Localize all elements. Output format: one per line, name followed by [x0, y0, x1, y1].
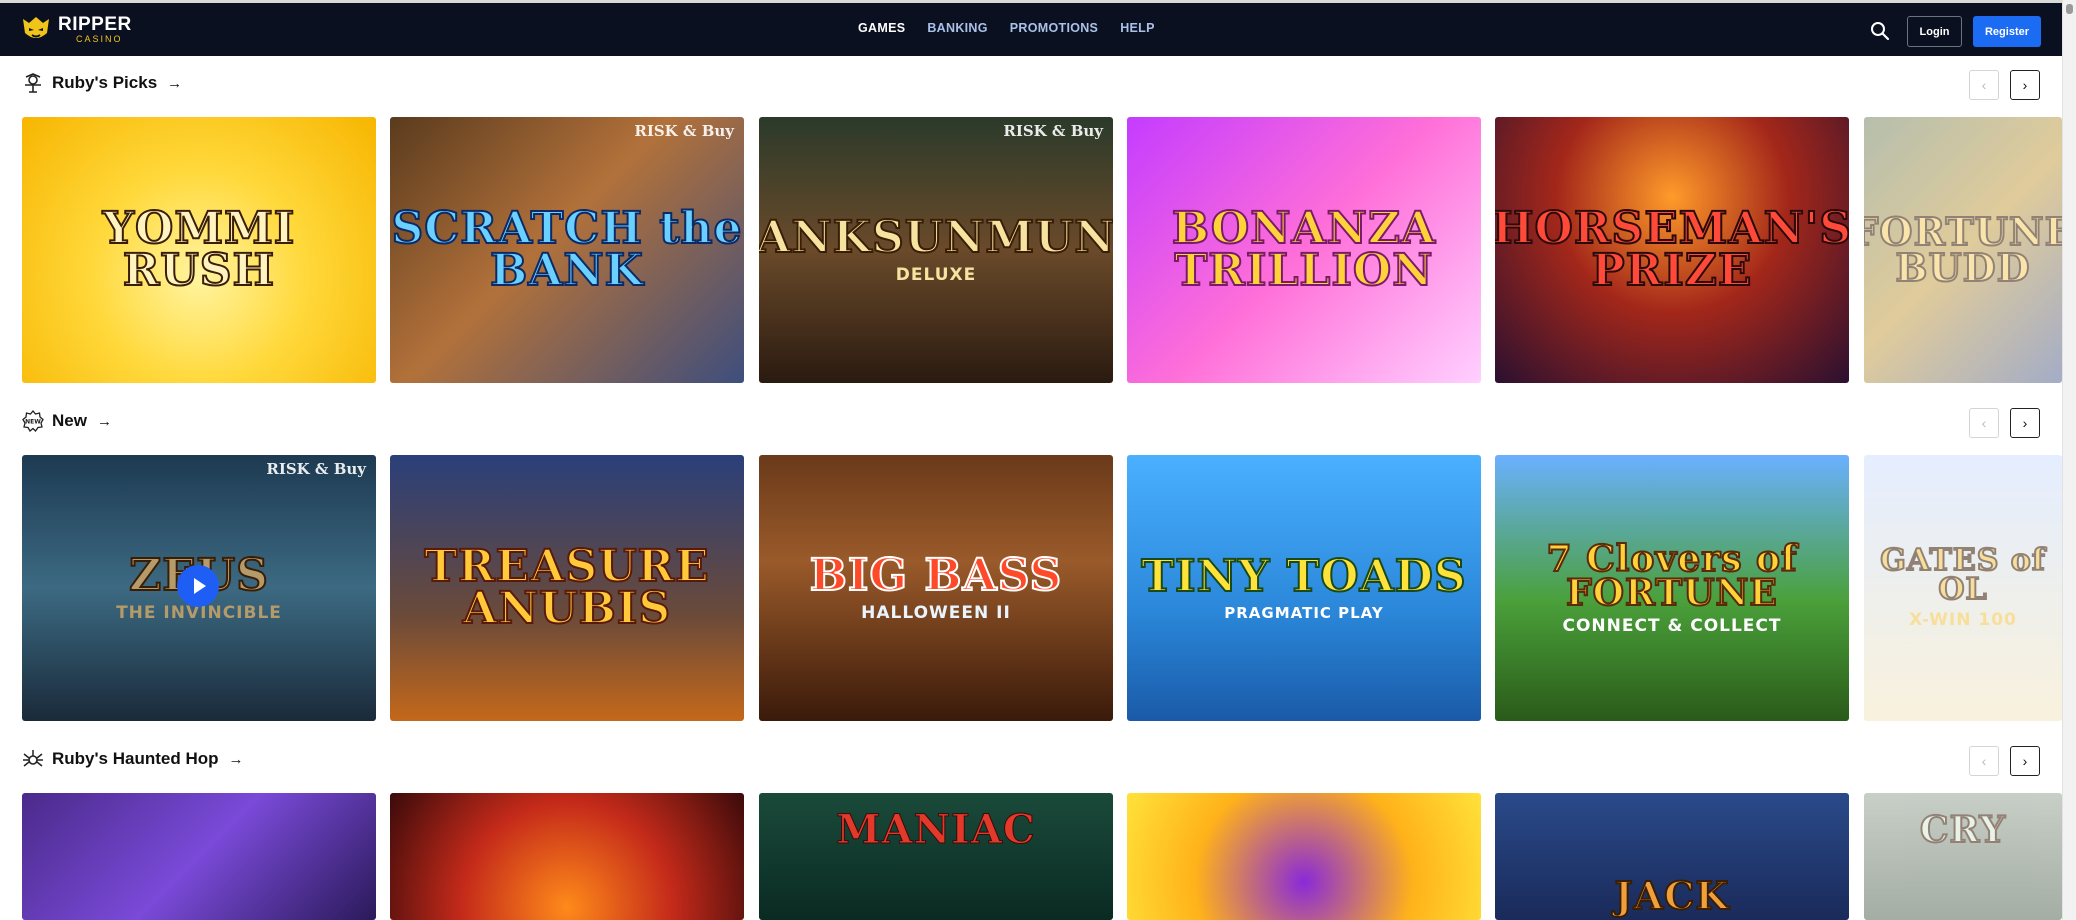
register-button[interactable]: Register [1973, 16, 2041, 47]
game-title: BONANZA TRILLION [1171, 203, 1437, 296]
nav-games[interactable]: GAMES [858, 21, 905, 35]
game-tile[interactable]: BONANZA TRILLION [1127, 117, 1481, 383]
chevron-left-icon: ‹ [1981, 77, 1987, 93]
game-tile[interactable]: CRY [1864, 793, 2062, 920]
next-button[interactable]: › [2010, 408, 2040, 438]
game-title: CRY [1919, 809, 2007, 851]
brand-logo[interactable]: RIPPER CASINO [20, 13, 132, 45]
section-header-rubys-haunted-hop[interactable]: Ruby's Haunted Hop → [22, 748, 244, 770]
game-tile[interactable]: HORSEMAN'S PRIZE [1495, 117, 1849, 383]
spider-icon [23, 750, 43, 767]
top-navigation-bar: RIPPER CASINO GAMES BANKING PROMOTIONS H… [0, 0, 2062, 56]
nav-help[interactable]: HELP [1120, 21, 1155, 35]
game-badge: RISK & Buy [266, 460, 366, 478]
game-badge: RISK & Buy [634, 122, 734, 140]
section-title: Ruby's Picks [52, 73, 158, 92]
brand-name: RIPPER [58, 13, 132, 35]
game-title: TINY TOADS PRAGMATIC PLAY [1140, 550, 1467, 622]
game-tile[interactable] [390, 793, 744, 920]
game-tile[interactable]: RISK & Buy SCRATCH the BANK [390, 117, 744, 383]
page-scrollbar[interactable] [2062, 0, 2076, 920]
scarecrow-icon [25, 73, 41, 93]
game-title: YOMMI RUSH [102, 203, 296, 296]
prev-button[interactable]: ‹ [1969, 746, 1999, 776]
game-tile[interactable] [22, 793, 376, 920]
search-icon[interactable] [1870, 21, 1890, 41]
game-title: MANIAC [836, 806, 1036, 853]
game-title: FORTUNE BUDD [1864, 208, 2062, 290]
game-title: GATES of OL X-WIN 100 [1879, 543, 2046, 631]
game-tile[interactable]: FORTUNE BUDD [1864, 117, 2062, 383]
arrow-right-icon: → [96, 412, 112, 430]
nav-banking[interactable]: BANKING [927, 21, 987, 35]
chevron-left-icon: ‹ [1981, 415, 1987, 431]
game-title: HORSEMAN'S PRIZE [1495, 203, 1849, 296]
game-title: SCRATCH the BANK [390, 203, 743, 296]
chevron-right-icon: › [2022, 415, 2028, 431]
next-button[interactable]: › [2010, 70, 2040, 100]
section-title: New [52, 411, 87, 430]
game-tile[interactable]: MANIAC [759, 793, 1113, 920]
game-tile[interactable] [1127, 793, 1481, 920]
game-badge: RISK & Buy [1003, 122, 1103, 140]
game-title: ANKSUNMUN DELUXE [759, 212, 1113, 285]
login-button[interactable]: Login [1907, 16, 1962, 47]
new-badge-icon: NEW [22, 410, 44, 432]
arrow-right-icon: → [228, 750, 244, 768]
prev-button[interactable]: ‹ [1969, 408, 1999, 438]
section-header-rubys-picks[interactable]: Ruby's Picks → [22, 72, 182, 94]
play-button[interactable] [177, 565, 219, 607]
game-title: BIG BASS HALLOWEEN II [809, 550, 1063, 623]
game-tile[interactable]: TINY TOADS PRAGMATIC PLAY [1127, 455, 1481, 721]
section-title: Ruby's Haunted Hop [52, 749, 219, 768]
game-title: TREASURE ANUBIS [423, 541, 710, 634]
chevron-right-icon: › [2022, 753, 2028, 769]
prev-button[interactable]: ‹ [1969, 70, 1999, 100]
game-tile[interactable]: BIG BASS HALLOWEEN II [759, 455, 1113, 721]
section-header-new[interactable]: NEW New → [22, 410, 112, 432]
ripper-logo-icon [23, 17, 49, 38]
game-tile[interactable]: GATES of OL X-WIN 100 [1864, 455, 2062, 721]
game-tile[interactable]: JACK [1495, 793, 1849, 920]
arrow-right-icon: → [167, 74, 183, 92]
nav-promotions[interactable]: PROMOTIONS [1010, 21, 1098, 35]
game-title: JACK [1614, 872, 1730, 918]
game-tile[interactable]: TREASURE ANUBIS [390, 455, 744, 721]
scrollbar-thumb[interactable] [2066, 4, 2073, 14]
chevron-right-icon: › [2022, 77, 2028, 93]
main-nav: GAMES BANKING PROMOTIONS HELP [858, 21, 1155, 35]
game-tile[interactable]: RISK & Buy ZEUSTHE INVINCIBLE [22, 455, 376, 721]
game-tile[interactable]: RISK & Buy ANKSUNMUN DELUXE [759, 117, 1113, 383]
next-button[interactable]: › [2010, 746, 2040, 776]
game-tile[interactable]: YOMMI RUSH [22, 117, 376, 383]
svg-text:NEW: NEW [25, 419, 41, 426]
brand-tagline: CASINO [76, 33, 123, 44]
chevron-left-icon: ‹ [1981, 753, 1987, 769]
game-title: 7 Clovers of FORTUNE CONNECT & COLLECT [1545, 537, 1798, 637]
game-tile[interactable]: 7 Clovers of FORTUNE CONNECT & COLLECT [1495, 455, 1849, 721]
